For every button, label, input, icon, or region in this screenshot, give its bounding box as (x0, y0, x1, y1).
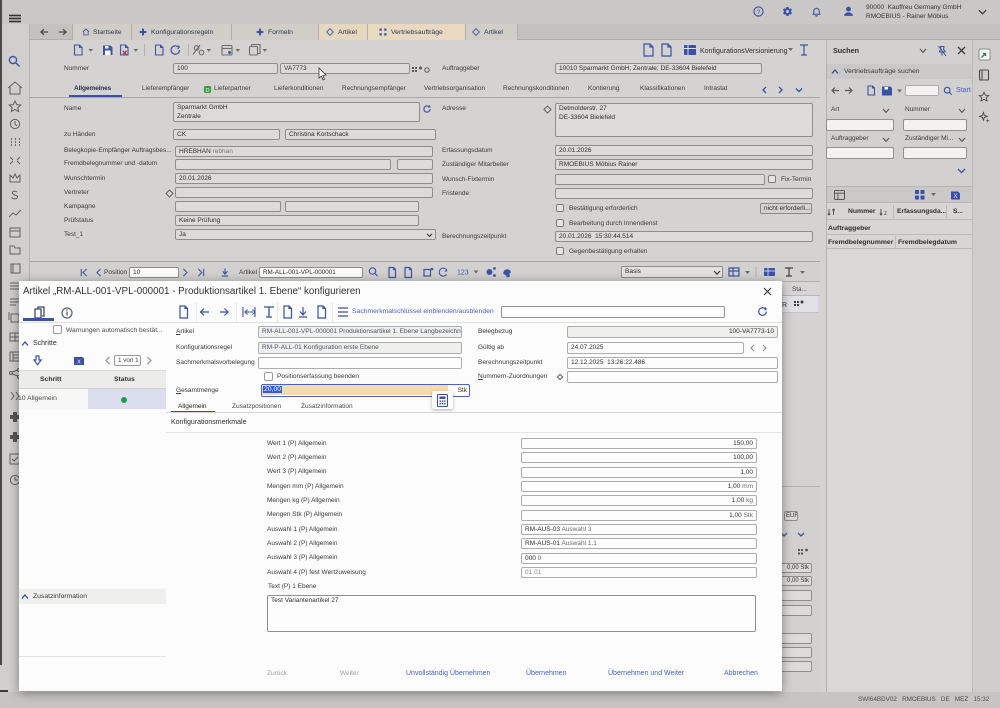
svg-text:R: R (782, 302, 787, 309)
svg-text:X: X (77, 360, 81, 366)
svg-text:D: D (206, 88, 210, 94)
svg-text:X: X (953, 194, 957, 200)
svg-text:123: 123 (457, 270, 469, 277)
svg-text:z: z (884, 211, 887, 217)
svg-text:KonfigurationsVersionierung: KonfigurationsVersionierung (700, 48, 788, 55)
svg-text:?: ? (757, 9, 761, 16)
